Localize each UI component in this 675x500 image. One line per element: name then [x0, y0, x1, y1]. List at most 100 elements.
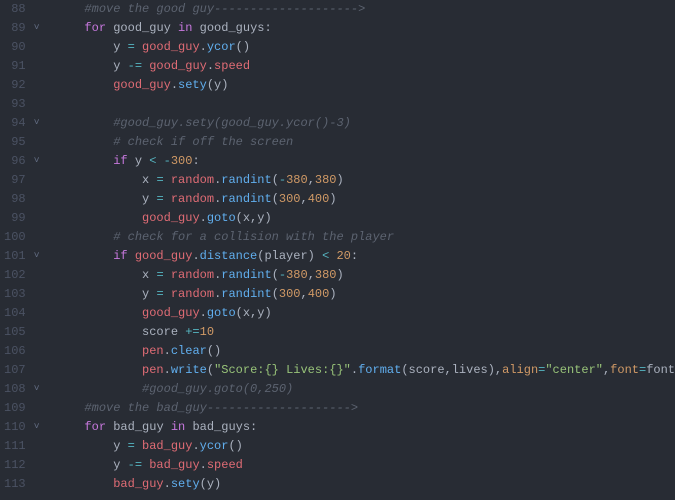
code-token: [56, 382, 142, 396]
fold-indicator-icon[interactable]: ˅: [30, 418, 40, 437]
code-token: (: [272, 173, 279, 187]
code-token: .: [192, 249, 199, 263]
line-number: 90: [4, 38, 44, 57]
code-token: -: [279, 268, 286, 282]
code-line[interactable]: pen.clear(): [56, 342, 675, 361]
code-line[interactable]: bad_guy.sety(y): [56, 475, 675, 494]
code-token: [135, 40, 142, 54]
code-line[interactable]: for bad_guy in bad_guys:: [56, 418, 675, 437]
code-token: 380: [286, 173, 308, 187]
code-token: -: [164, 154, 171, 168]
code-token: [56, 135, 114, 149]
code-token: "Score:{} Lives:{}": [214, 363, 351, 377]
code-token: =: [128, 40, 135, 54]
fold-indicator-icon[interactable]: ˅: [30, 114, 40, 133]
line-number: 110˅: [4, 418, 44, 437]
code-line[interactable]: if y < -300:: [56, 152, 675, 171]
code-line[interactable]: x = random.randint(-380,380): [56, 171, 675, 190]
line-number-text: 92: [11, 76, 25, 95]
code-line[interactable]: score +=10: [56, 323, 675, 342]
fold-indicator-icon[interactable]: ˅: [30, 247, 40, 266]
line-number: 107: [4, 361, 44, 380]
line-number: 94 ˅: [4, 114, 44, 133]
line-number: 92: [4, 76, 44, 95]
code-token: =: [128, 439, 135, 453]
code-line[interactable]: x = random.randint(-380,380): [56, 266, 675, 285]
code-token: #good_guy.goto(0,250): [142, 382, 293, 396]
fold-indicator-icon[interactable]: ˅: [30, 19, 40, 38]
line-number: 111: [4, 437, 44, 456]
code-line[interactable]: #good_guy.goto(0,250): [56, 380, 675, 399]
code-token: good_guys:: [192, 21, 271, 35]
code-token: ,: [301, 287, 308, 301]
line-number: 104: [4, 304, 44, 323]
line-number-gutter: 8889˅9091929394˅9596˅979899100101˅102103…: [0, 0, 48, 500]
code-token: (x,y): [236, 306, 272, 320]
line-number: 97: [4, 171, 44, 190]
code-line[interactable]: good_guy.sety(y): [56, 76, 675, 95]
code-line[interactable]: # check for a collision with the player: [56, 228, 675, 247]
code-token: .: [200, 306, 207, 320]
code-token: .: [164, 344, 171, 358]
code-line[interactable]: y = bad_guy.ycor(): [56, 437, 675, 456]
code-token: random: [171, 192, 214, 206]
code-token: [164, 173, 171, 187]
code-editor[interactable]: 8889˅9091929394˅9596˅979899100101˅102103…: [0, 0, 675, 500]
line-number: 113: [4, 475, 44, 494]
code-token: ,: [308, 268, 315, 282]
code-token: 400: [308, 287, 330, 301]
code-token: if: [113, 249, 127, 263]
line-number-text: 109: [4, 399, 26, 418]
code-token: x: [56, 268, 157, 282]
code-area[interactable]: #move the good guy--------------------> …: [48, 0, 675, 500]
code-token: distance: [200, 249, 258, 263]
code-token: ): [337, 268, 344, 282]
fold-indicator-icon[interactable]: ˅: [30, 380, 40, 399]
code-line[interactable]: y = good_guy.ycor(): [56, 38, 675, 57]
code-token: speed: [207, 458, 243, 472]
line-number-text: 89: [11, 19, 25, 38]
code-line[interactable]: good_guy.goto(x,y): [56, 304, 675, 323]
code-token: [56, 211, 142, 225]
code-line[interactable]: pen.write("Score:{} Lives:{}".format(sco…: [56, 361, 675, 380]
code-token: good_guy: [106, 21, 178, 35]
code-token: good_guy: [113, 78, 171, 92]
code-line[interactable]: good_guy.goto(x,y): [56, 209, 675, 228]
code-token: .: [164, 363, 171, 377]
code-token: bad_guy: [113, 477, 163, 491]
line-number-text: 102: [4, 266, 26, 285]
line-number: 96˅: [4, 152, 44, 171]
code-line[interactable]: # check if off the screen: [56, 133, 675, 152]
fold-indicator-icon[interactable]: ˅: [30, 152, 40, 171]
line-number-text: 101: [4, 247, 26, 266]
code-token: [135, 439, 142, 453]
code-token: =: [156, 173, 163, 187]
code-token: y: [56, 458, 128, 472]
code-token: 300: [279, 287, 301, 301]
code-line[interactable]: y = random.randint(300,400): [56, 285, 675, 304]
code-token: (): [207, 344, 221, 358]
line-number-text: 113: [4, 475, 26, 494]
code-token: randint: [221, 287, 271, 301]
code-token: (y): [207, 78, 229, 92]
code-token: 10: [200, 325, 214, 339]
code-line[interactable]: #move the bad_guy-------------------->: [56, 399, 675, 418]
code-token: [56, 2, 85, 16]
code-line[interactable]: y = random.randint(300,400): [56, 190, 675, 209]
line-number-text: 112: [4, 456, 26, 475]
code-line[interactable]: #move the good guy-------------------->: [56, 0, 675, 19]
code-line[interactable]: #good_guy.sety(good_guy.ycor()-3): [56, 114, 675, 133]
code-token: .: [207, 59, 214, 73]
code-token: -: [279, 173, 286, 187]
code-line[interactable]: [56, 95, 675, 114]
code-line[interactable]: y -= bad_guy.speed: [56, 456, 675, 475]
line-number-text: 94: [11, 114, 25, 133]
code-line[interactable]: if good_guy.distance(player) < 20:: [56, 247, 675, 266]
code-line[interactable]: y -= good_guy.speed: [56, 57, 675, 76]
code-token: (score,lives),: [401, 363, 502, 377]
code-token: 380: [286, 268, 308, 282]
code-token: good_guy: [142, 306, 200, 320]
code-token: +=: [185, 325, 199, 339]
code-token: ,: [301, 192, 308, 206]
code-line[interactable]: for good_guy in good_guys:: [56, 19, 675, 38]
